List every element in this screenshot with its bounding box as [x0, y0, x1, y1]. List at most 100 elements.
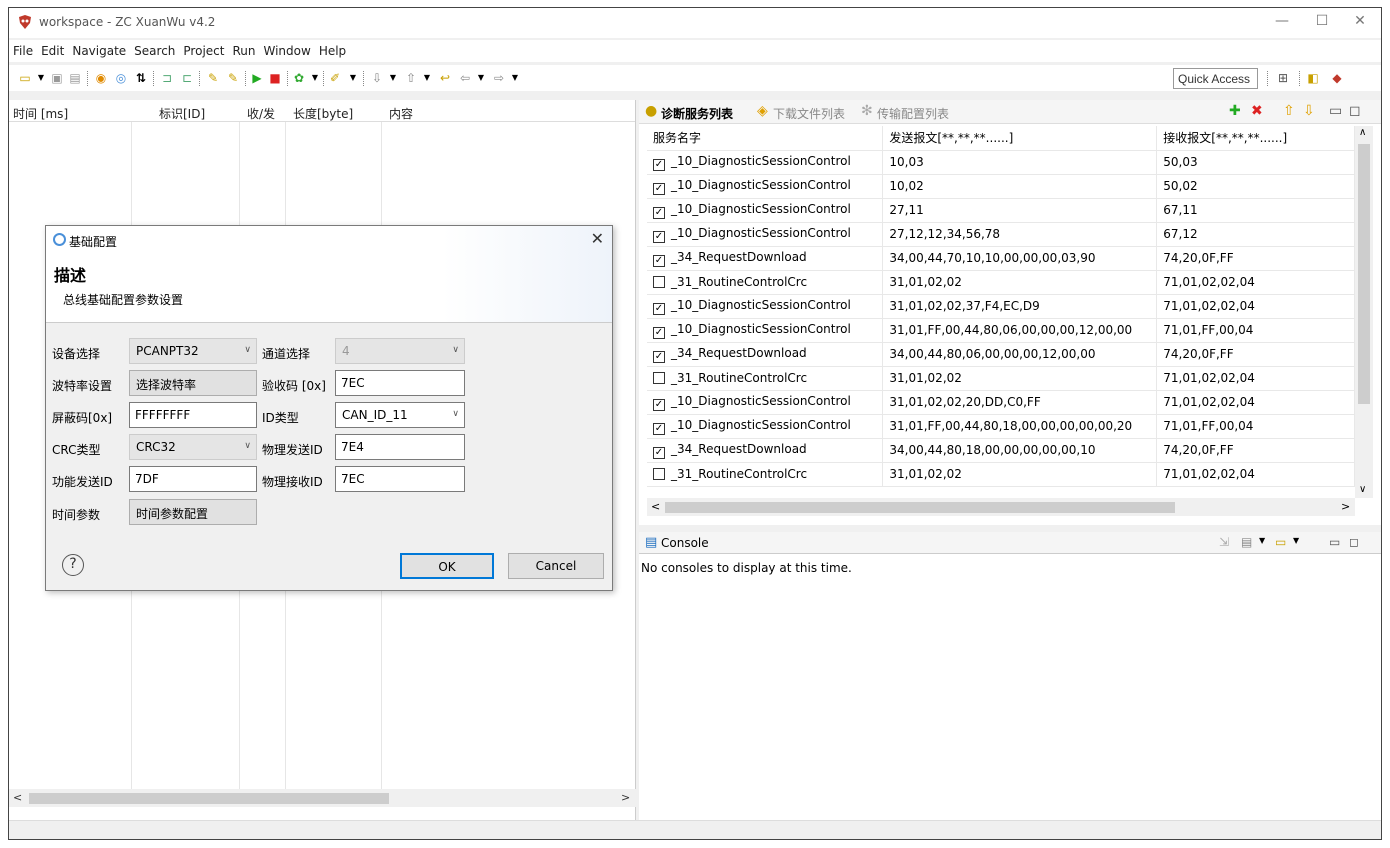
send-cell[interactable]: 31,01,02,02,20,DD,C0,FF: [882, 390, 1158, 415]
table-row[interactable]: ✓ _10_DiagnosticSessionControl 31,01,FF,00…: [647, 318, 1355, 343]
col-id[interactable]: 标识[ID]: [159, 105, 205, 122]
transfer-icon[interactable]: ⇅: [133, 70, 149, 86]
menu-window[interactable]: Window: [259, 40, 314, 58]
col-recv[interactable]: 接收报文[**,**,**......]: [1156, 126, 1355, 151]
app-perspective-icon[interactable]: ◆: [1329, 70, 1345, 86]
ok-button[interactable]: OK: [400, 553, 494, 579]
table-row[interactable]: ✓ _34_RequestDownload 34,00,44,70,10,10,00…: [647, 246, 1355, 271]
service-name-cell[interactable]: ✓ _10_DiagnosticSessionControl: [647, 318, 884, 343]
next-dropdown-icon[interactable]: ▼: [385, 70, 401, 86]
mask-code-input[interactable]: FFFFFFFF: [129, 402, 257, 428]
service-hscrollbar[interactable]: < >: [647, 498, 1355, 516]
send-cell[interactable]: 27,11: [882, 198, 1158, 223]
recv-cell[interactable]: 71,01,02,02,04: [1156, 270, 1355, 295]
menu-file[interactable]: File: [9, 40, 37, 58]
table-row[interactable]: ✓ _10_DiagnosticSessionControl 27,12,12,34…: [647, 222, 1355, 247]
recv-cell[interactable]: 71,01,02,02,04: [1156, 366, 1355, 391]
save-icon[interactable]: ▣: [49, 70, 65, 86]
debug-dropdown-icon[interactable]: ▼: [307, 70, 323, 86]
table-row[interactable]: _31_RoutineControlCrc 31,01,02,02 71,01,02…: [647, 270, 1355, 295]
func-send-input[interactable]: 7DF: [129, 466, 257, 492]
row-checkbox[interactable]: ✓: [653, 398, 665, 411]
send-cell[interactable]: 34,00,44,80,06,00,00,00,12,00,00: [882, 342, 1158, 367]
table-row[interactable]: _31_RoutineControlCrc 31,01,02,02 71,01,02…: [647, 462, 1355, 487]
row-checkbox[interactable]: ✓: [653, 230, 665, 243]
row-checkbox[interactable]: [653, 276, 665, 288]
display-dropdown-icon[interactable]: ▼: [1259, 536, 1265, 545]
move-down-icon[interactable]: ⇩: [1303, 103, 1315, 119]
service-name-cell[interactable]: ✓ _10_DiagnosticSessionControl: [647, 390, 884, 415]
resource-perspective-icon[interactable]: ◧: [1305, 70, 1321, 86]
device-select[interactable]: PCANPT32 ∨: [129, 338, 257, 364]
save-all-icon[interactable]: ▤: [67, 70, 83, 86]
config-icon[interactable]: ◎: [113, 70, 129, 86]
recv-cell[interactable]: 74,20,0F,FF: [1156, 438, 1355, 463]
row-checkbox[interactable]: ✓: [653, 422, 665, 435]
recv-cell[interactable]: 71,01,FF,00,04: [1156, 414, 1355, 439]
tab-diagnostic-services[interactable]: 诊断服务列表: [661, 105, 733, 122]
phys-send-input[interactable]: 7E4: [335, 434, 465, 460]
open-console-icon[interactable]: ▭: [1275, 535, 1286, 549]
service-name-cell[interactable]: ✓ _10_DiagnosticSessionControl: [647, 174, 884, 199]
minimize-view-icon[interactable]: ▭: [1329, 535, 1340, 549]
close-icon[interactable]: ✕: [1337, 13, 1381, 33]
menu-navigate[interactable]: Navigate: [68, 40, 130, 58]
recv-cell[interactable]: 71,01,FF,00,04: [1156, 318, 1355, 343]
table-row[interactable]: ✓ _34_RequestDownload 34,00,44,80,18,00,00…: [647, 438, 1355, 463]
row-checkbox[interactable]: ✓: [653, 206, 665, 219]
service-name-cell[interactable]: ✓ _34_RequestDownload: [647, 246, 884, 271]
back-icon[interactable]: ⇦: [457, 70, 473, 86]
help-icon[interactable]: ?: [62, 554, 84, 576]
cancel-button[interactable]: Cancel: [508, 553, 604, 579]
row-checkbox[interactable]: ✓: [653, 302, 665, 315]
display-console-icon[interactable]: ▤: [1241, 535, 1252, 549]
service-name-cell[interactable]: ✓ _10_DiagnosticSessionControl: [647, 222, 884, 247]
col-send[interactable]: 发送报文[**,**,**......]: [882, 126, 1158, 151]
table-row[interactable]: ✓ _10_DiagnosticSessionControl 27,11 67,11: [647, 198, 1355, 223]
message-hscrollbar[interactable]: < >: [9, 789, 636, 807]
quick-access-input[interactable]: Quick Access: [1173, 68, 1258, 89]
new-dropdown-icon[interactable]: ▼: [33, 70, 49, 86]
send-cell[interactable]: 31,01,FF,00,44,80,06,00,00,00,12,00,00: [882, 318, 1158, 343]
send-cell[interactable]: 31,01,02,02: [882, 270, 1158, 295]
service-vscrollbar[interactable]: ∧ ∨: [1355, 126, 1373, 498]
recv-cell[interactable]: 71,01,02,02,04: [1156, 294, 1355, 319]
recv-cell[interactable]: 71,01,02,02,04: [1156, 462, 1355, 487]
row-checkbox[interactable]: ✓: [653, 182, 665, 195]
col-time[interactable]: 时间 [ms]: [13, 105, 68, 122]
col-length[interactable]: 长度[byte]: [293, 105, 353, 122]
send-cell[interactable]: 34,00,44,80,18,00,00,00,00,00,10: [882, 438, 1158, 463]
menu-edit[interactable]: Edit: [37, 40, 68, 58]
back-dropdown-icon[interactable]: ▼: [473, 70, 489, 86]
row-checkbox[interactable]: ✓: [653, 350, 665, 363]
service-name-cell[interactable]: _31_RoutineControlCrc: [647, 366, 884, 391]
service-name-cell[interactable]: _31_RoutineControlCrc: [647, 462, 884, 487]
recv-cell[interactable]: 50,03: [1156, 150, 1355, 175]
stop-icon[interactable]: ■: [267, 70, 283, 86]
table-row[interactable]: ✓ _10_DiagnosticSessionControl 10,02 50,02: [647, 174, 1355, 199]
time-config-button[interactable]: 时间参数配置: [129, 499, 257, 525]
recv-cell[interactable]: 67,11: [1156, 198, 1355, 223]
import-icon[interactable]: ⊐: [159, 70, 175, 86]
last-edit-icon[interactable]: ↩: [437, 70, 453, 86]
table-row[interactable]: ✓ _10_DiagnosticSessionControl 31,01,02,02…: [647, 294, 1355, 319]
row-checkbox[interactable]: [653, 372, 665, 384]
open-perspective-icon[interactable]: ⊞: [1275, 70, 1291, 86]
tool-dropdown-icon[interactable]: ▼: [345, 70, 361, 86]
table-row[interactable]: _31_RoutineControlCrc 31,01,02,02 71,01,02…: [647, 366, 1355, 391]
send-cell[interactable]: 34,00,44,70,10,10,00,00,00,03,90: [882, 246, 1158, 271]
delete-icon[interactable]: ✖: [1251, 103, 1263, 119]
channel-select[interactable]: 4 ∨: [335, 338, 465, 364]
scroll-thumb[interactable]: [1358, 144, 1370, 404]
tool-icon[interactable]: ✐: [327, 70, 343, 86]
crc-select[interactable]: CRC32 ∨: [129, 434, 257, 460]
move-up-icon[interactable]: ⇧: [1283, 103, 1295, 119]
table-row[interactable]: ✓ _10_DiagnosticSessionControl 31,01,FF,00…: [647, 414, 1355, 439]
service-name-cell[interactable]: _31_RoutineControlCrc: [647, 270, 884, 295]
recv-cell[interactable]: 74,20,0F,FF: [1156, 246, 1355, 271]
select-baud-button[interactable]: 选择波特率: [129, 370, 257, 396]
col-service-name[interactable]: 服务名字: [647, 126, 884, 151]
col-direction[interactable]: 收/发: [247, 105, 275, 122]
row-checkbox[interactable]: ✓: [653, 158, 665, 171]
open-dropdown-icon[interactable]: ▼: [1293, 536, 1299, 545]
